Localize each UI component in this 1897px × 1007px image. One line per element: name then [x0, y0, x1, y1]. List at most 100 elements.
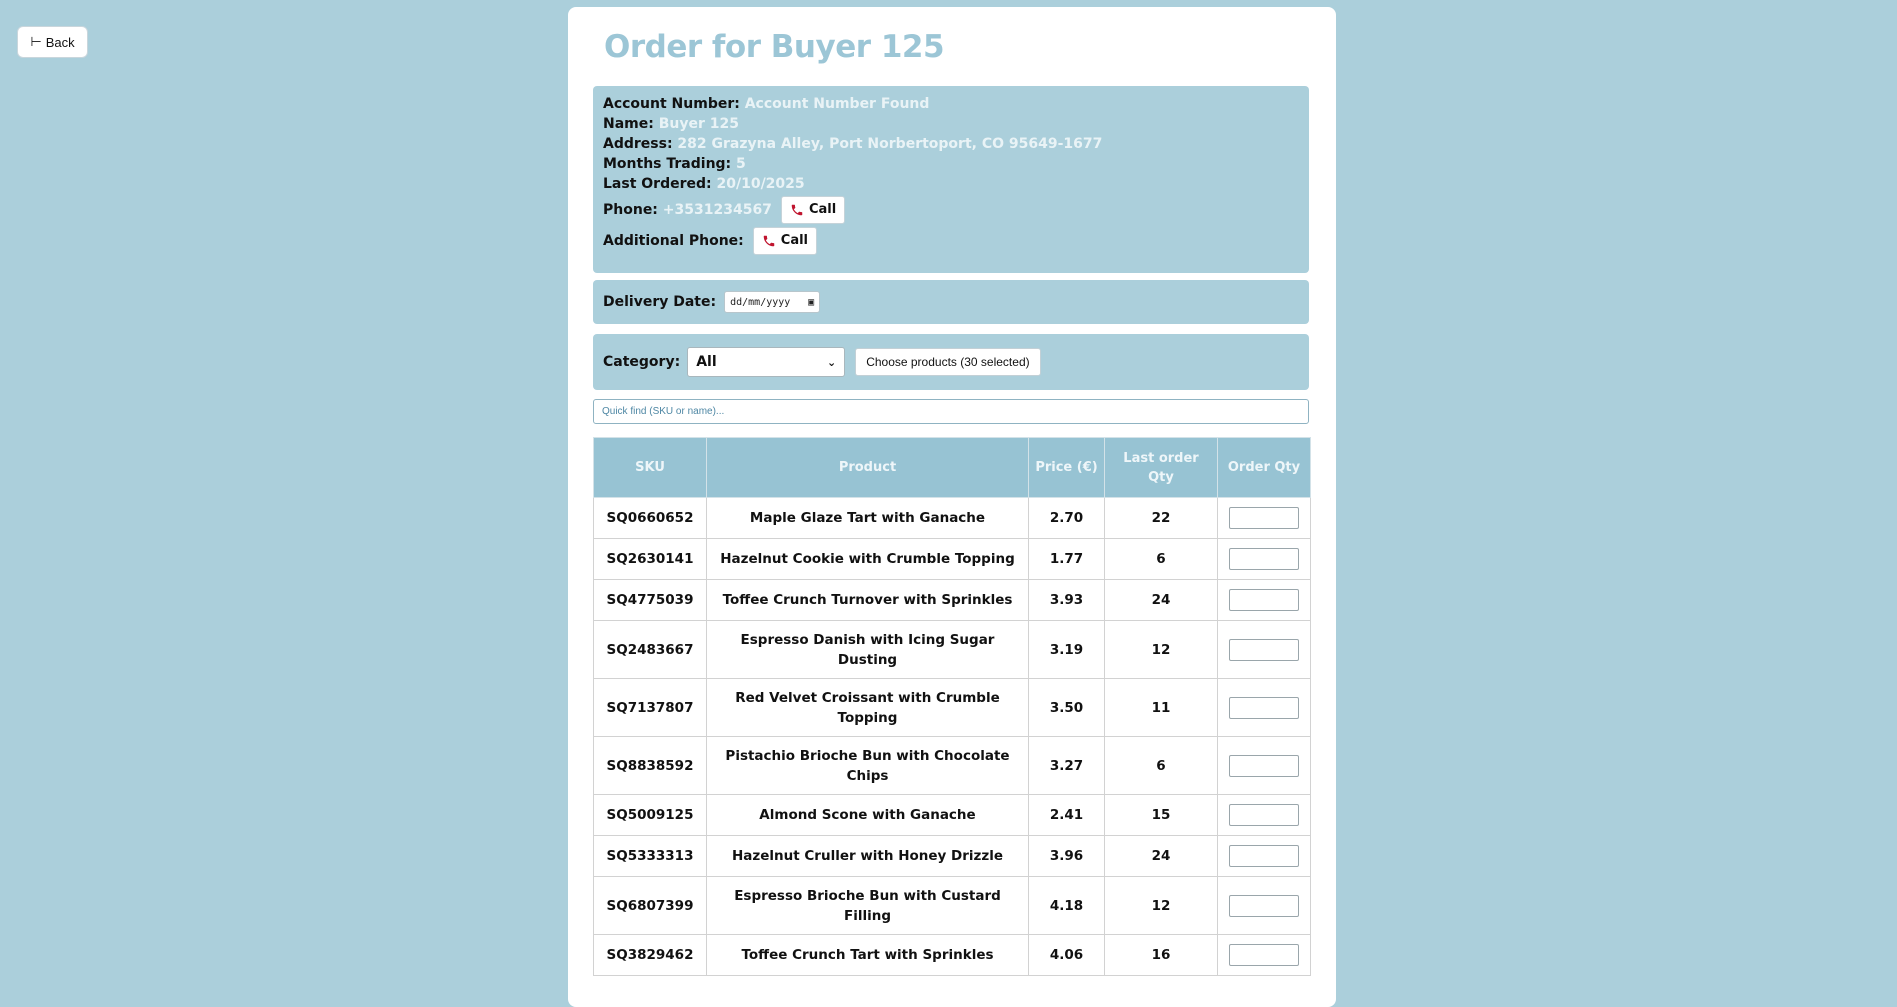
order-qty-input[interactable] — [1229, 589, 1299, 611]
sku-cell: SQ5009125 — [593, 794, 707, 836]
order-qty-input[interactable] — [1229, 507, 1299, 529]
order-qty-cell — [1217, 835, 1311, 877]
price-cell: 1.77 — [1028, 538, 1105, 580]
sku-cell: SQ4775039 — [593, 579, 707, 621]
months-trading-value: 5 — [736, 156, 746, 172]
table-row: SQ2630141 Hazelnut Cookie with Crumble T… — [593, 538, 1311, 580]
table-row: SQ0660652 Maple Glaze Tart with Ganache … — [593, 497, 1311, 539]
last-qty-cell: 12 — [1104, 620, 1218, 679]
order-qty-input[interactable] — [1229, 804, 1299, 826]
call-additional-phone-button[interactable]: Call — [752, 226, 818, 255]
order-qty-input[interactable] — [1229, 894, 1299, 917]
header-sku: SKU — [593, 437, 707, 498]
last-ordered-label: Last Ordered: — [603, 176, 712, 192]
sku-cell: SQ5333313 — [593, 835, 707, 877]
table-row: SQ5333313 Hazelnut Cruller with Honey Dr… — [593, 835, 1311, 877]
header-product: Product — [706, 437, 1029, 498]
header-last-order-qty: Last order Qty — [1104, 437, 1218, 498]
months-trading-row: Months Trading: 5 — [603, 154, 1299, 174]
order-qty-input[interactable] — [1229, 548, 1299, 570]
phone-icon — [791, 204, 803, 215]
choose-products-button[interactable]: Choose products (30 selected) — [855, 348, 1041, 376]
last-qty-cell: 11 — [1104, 678, 1218, 737]
order-qty-input[interactable] — [1229, 845, 1299, 867]
order-qty-input[interactable] — [1229, 754, 1299, 777]
months-trading-label: Months Trading: — [603, 156, 732, 172]
call-phone-button[interactable]: Call — [780, 195, 846, 224]
price-cell: 2.41 — [1028, 794, 1105, 836]
header-order-qty: Order Qty — [1217, 437, 1311, 498]
order-qty-cell — [1217, 794, 1311, 836]
table-row: SQ6807399 Espresso Brioche Bun with Cust… — [593, 876, 1311, 935]
order-qty-cell — [1217, 934, 1311, 976]
table-row: SQ5009125 Almond Scone with Ganache 2.41… — [593, 794, 1311, 836]
price-cell: 4.18 — [1028, 876, 1105, 935]
phone-value: +3531234567 — [662, 201, 772, 218]
order-qty-cell — [1217, 497, 1311, 539]
sku-cell: SQ2483667 — [593, 620, 707, 679]
category-select[interactable]: All ⌄ — [687, 347, 846, 377]
order-qty-cell — [1217, 579, 1311, 621]
product-cell: Pistachio Brioche Bun with Chocolate Chi… — [706, 736, 1029, 795]
table-row: SQ4775039 Toffee Crunch Turnover with Sp… — [593, 579, 1311, 621]
category-label: Category: — [603, 354, 681, 370]
sku-cell: SQ3829462 — [593, 934, 707, 976]
address-value: 282 Grazyna Alley, Port Norbertoport, CO… — [677, 136, 1103, 152]
order-card: Order for Buyer 125 Account Number: Acco… — [568, 7, 1336, 1007]
sku-cell: SQ7137807 — [593, 678, 707, 737]
page-title: Order for Buyer 125 — [604, 29, 945, 65]
sku-cell: SQ0660652 — [593, 497, 707, 539]
category-panel: Category: All ⌄ Choose products (30 sele… — [593, 334, 1309, 390]
category-selected-value: All — [696, 354, 717, 370]
order-qty-input[interactable] — [1229, 696, 1299, 719]
delivery-date-input[interactable]: dd/mm/yyyy ▣ — [724, 291, 821, 313]
price-cell: 3.50 — [1028, 678, 1105, 737]
order-qty-cell — [1217, 620, 1311, 679]
delivery-date-label: Delivery Date: — [603, 294, 717, 310]
last-qty-cell: 22 — [1104, 497, 1218, 539]
phone-icon — [763, 235, 775, 246]
account-number-value: Account Number Found — [744, 96, 930, 112]
calendar-icon[interactable]: ▣ — [808, 297, 814, 308]
order-qty-input[interactable] — [1229, 638, 1299, 661]
account-info-panel: Account Number: Account Number Found Nam… — [593, 86, 1309, 273]
product-cell: Hazelnut Cookie with Crumble Topping — [706, 538, 1029, 580]
additional-phone-row: Additional Phone: Call — [603, 225, 1299, 256]
order-qty-input[interactable] — [1229, 944, 1299, 966]
account-number-row: Account Number: Account Number Found — [603, 94, 1299, 114]
table-row: SQ7137807 Red Velvet Croissant with Crum… — [593, 678, 1311, 737]
name-row: Name: Buyer 125 — [603, 114, 1299, 134]
last-qty-cell: 16 — [1104, 934, 1218, 976]
phone-label: Phone: — [603, 201, 658, 218]
product-cell: Maple Glaze Tart with Ganache — [706, 497, 1029, 539]
price-cell: 4.06 — [1028, 934, 1105, 976]
sku-cell: SQ8838592 — [593, 736, 707, 795]
chevron-down-icon: ⌄ — [826, 355, 837, 369]
account-number-label: Account Number: — [603, 96, 740, 112]
back-button[interactable]: ⊢ Back — [17, 26, 88, 58]
product-cell: Espresso Danish with Icing Sugar Dusting — [706, 620, 1029, 679]
name-value: Buyer 125 — [658, 116, 739, 132]
last-qty-cell: 15 — [1104, 794, 1218, 836]
last-qty-cell: 24 — [1104, 835, 1218, 877]
order-qty-cell — [1217, 736, 1311, 795]
price-cell: 3.19 — [1028, 620, 1105, 679]
additional-phone-label: Additional Phone: — [603, 232, 744, 249]
last-ordered-value: 20/10/2025 — [716, 176, 805, 192]
product-cell: Espresso Brioche Bun with Custard Fillin… — [706, 876, 1029, 935]
last-ordered-row: Last Ordered: 20/10/2025 — [603, 174, 1299, 194]
last-qty-cell: 12 — [1104, 876, 1218, 935]
quick-find-input[interactable] — [593, 399, 1309, 424]
product-cell: Toffee Crunch Tart with Sprinkles — [706, 934, 1029, 976]
address-label: Address: — [603, 136, 673, 152]
product-cell: Red Velvet Croissant with Crumble Toppin… — [706, 678, 1029, 737]
delivery-date-panel: Delivery Date: dd/mm/yyyy ▣ — [593, 280, 1309, 324]
table-header-row: SKU Product Price (€) Last order Qty Ord… — [593, 437, 1311, 498]
back-button-label: Back — [45, 34, 75, 50]
order-qty-cell — [1217, 678, 1311, 737]
price-cell: 3.27 — [1028, 736, 1105, 795]
address-row: Address: 282 Grazyna Alley, Port Norbert… — [603, 134, 1299, 154]
price-cell: 3.93 — [1028, 579, 1105, 621]
table-row: SQ8838592 Pistachio Brioche Bun with Cho… — [593, 736, 1311, 795]
last-qty-cell: 24 — [1104, 579, 1218, 621]
